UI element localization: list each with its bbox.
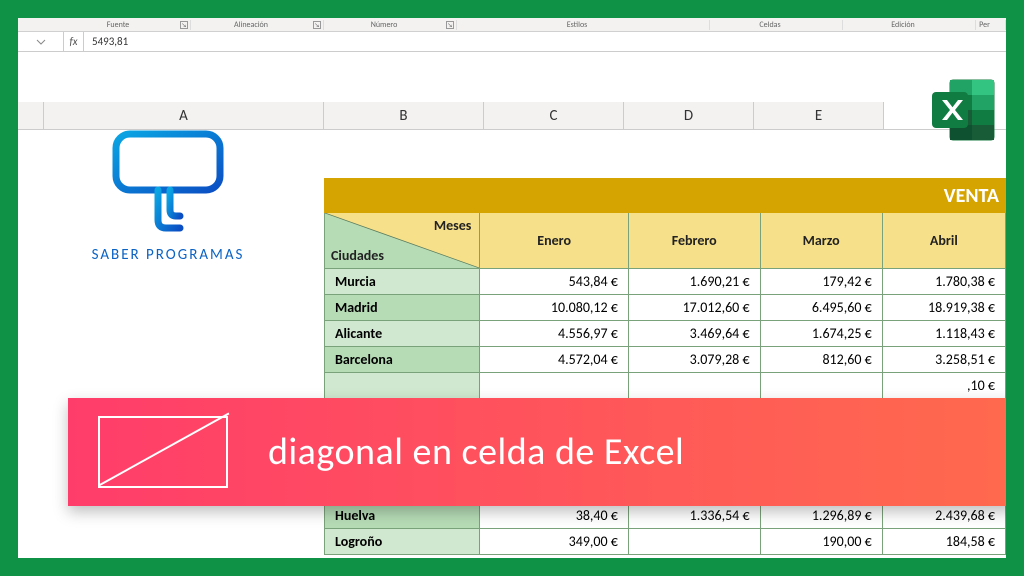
value-cell[interactable]: 543,84 € xyxy=(480,269,628,295)
ribbon-group-bar: Fuente↘ Alineación↘ Número↘ Estilos Celd… xyxy=(18,18,1006,32)
excel-app-icon xyxy=(928,74,1000,146)
diagonal-header-cell[interactable]: Meses Ciudades xyxy=(325,213,480,269)
chevron-down-icon xyxy=(36,37,46,47)
ribbon-group-numero[interactable]: Número↘ xyxy=(324,20,457,30)
column-header-c[interactable]: C xyxy=(484,102,624,129)
value-cell[interactable]: 18.919,38 € xyxy=(882,295,1005,321)
diagonal-icon xyxy=(98,416,228,488)
value-cell[interactable]: 184,58 € xyxy=(882,529,1005,555)
column-header-d[interactable]: D xyxy=(624,102,754,129)
value-cell[interactable]: 3.258,51 € xyxy=(882,347,1005,373)
formula-bar: fx 5493,81 xyxy=(18,32,1006,52)
value-cell[interactable]: 1.690,21 € xyxy=(628,269,760,295)
logo-text: SABER PROGRAMAS xyxy=(58,246,278,264)
value-cell[interactable]: 38,40 € xyxy=(480,503,628,529)
table-row: Barcelona4.572,04 €3.079,28 €812,60 €3.2… xyxy=(325,347,1006,373)
value-cell[interactable]: 1.780,38 € xyxy=(882,269,1005,295)
value-cell[interactable]: 1.118,43 € xyxy=(882,321,1005,347)
value-cell[interactable]: ,10 € xyxy=(882,373,1005,399)
value-cell[interactable] xyxy=(760,373,882,399)
month-header[interactable]: Abril xyxy=(882,213,1005,269)
city-cell[interactable]: Murcia xyxy=(325,269,480,295)
column-headers: A B C D E xyxy=(18,102,1006,130)
value-cell[interactable] xyxy=(628,529,760,555)
ribbon-group-edicion[interactable]: Edición xyxy=(843,20,976,30)
select-all-corner[interactable] xyxy=(18,102,44,129)
city-cell[interactable]: Logroño xyxy=(325,529,480,555)
month-header[interactable]: Febrero xyxy=(628,213,760,269)
city-cell[interactable]: Alicante xyxy=(325,321,480,347)
value-cell[interactable]: 2.439,68 € xyxy=(882,503,1005,529)
value-cell[interactable]: 1.336,54 € xyxy=(628,503,760,529)
value-cell[interactable]: 349,00 € xyxy=(480,529,628,555)
column-header-a[interactable]: A xyxy=(44,102,324,129)
value-cell[interactable]: 190,00 € xyxy=(760,529,882,555)
value-cell[interactable] xyxy=(628,373,760,399)
table-row: ,10 € xyxy=(325,373,1006,399)
name-box[interactable] xyxy=(18,32,64,51)
value-cell[interactable]: 4.572,04 € xyxy=(480,347,628,373)
table-row: Huelva38,40 €1.336,54 €1.296,89 €2.439,6… xyxy=(325,503,1006,529)
logo-icon xyxy=(98,128,238,238)
month-header[interactable]: Enero xyxy=(480,213,628,269)
value-cell[interactable]: 4.556,97 € xyxy=(480,321,628,347)
city-cell[interactable]: Madrid xyxy=(325,295,480,321)
value-cell[interactable]: 10.080,12 € xyxy=(480,295,628,321)
value-cell[interactable]: 3.469,64 € xyxy=(628,321,760,347)
banner-text: diagonal en celda de Excel xyxy=(268,429,684,475)
expand-icon[interactable]: ↘ xyxy=(446,21,454,29)
video-title-banner: diagonal en celda de Excel xyxy=(68,398,1006,506)
value-cell[interactable]: 179,42 € xyxy=(760,269,882,295)
ribbon-group-fuente[interactable]: Fuente↘ xyxy=(58,20,191,30)
table-row: Murcia543,84 €1.690,21 €179,42 €1.780,38… xyxy=(325,269,1006,295)
table-row: Logroño349,00 € 190,00 €184,58 € xyxy=(325,529,1006,555)
column-header-e[interactable]: E xyxy=(754,102,884,129)
saber-programas-logo: SABER PROGRAMAS xyxy=(58,128,278,264)
ribbon-group-estilos[interactable]: Estilos xyxy=(457,20,710,30)
value-cell[interactable] xyxy=(480,373,628,399)
value-cell[interactable]: 1.296,89 € xyxy=(760,503,882,529)
expand-icon[interactable]: ↘ xyxy=(180,21,188,29)
formula-value[interactable]: 5493,81 xyxy=(84,35,1006,48)
value-cell[interactable]: 812,60 € xyxy=(760,347,882,373)
table-title: VENTA xyxy=(325,179,1006,213)
city-cell[interactable]: Barcelona xyxy=(325,347,480,373)
value-cell[interactable]: 3.079,28 € xyxy=(628,347,760,373)
ribbon-group-per[interactable]: Per xyxy=(976,20,1006,30)
table-row: Madrid10.080,12 €17.012,60 €6.495,60 €18… xyxy=(325,295,1006,321)
ribbon-group-celdas[interactable]: Celdas xyxy=(710,20,843,30)
column-header-b[interactable]: B xyxy=(324,102,484,129)
month-header[interactable]: Marzo xyxy=(760,213,882,269)
city-cell[interactable]: Huelva xyxy=(325,503,480,529)
table-row: Alicante4.556,97 €3.469,64 €1.674,25 €1.… xyxy=(325,321,1006,347)
value-cell[interactable]: 1.674,25 € xyxy=(760,321,882,347)
diagonal-bottom-label: Ciudades xyxy=(331,247,384,264)
value-cell[interactable]: 17.012,60 € xyxy=(628,295,760,321)
ribbon-group-alineacion[interactable]: Alineación↘ xyxy=(191,20,324,30)
city-cell[interactable] xyxy=(325,373,480,399)
diagonal-top-label: Meses xyxy=(434,217,472,234)
fx-button[interactable]: fx xyxy=(64,32,84,51)
expand-icon[interactable]: ↘ xyxy=(313,21,321,29)
value-cell[interactable]: 6.495,60 € xyxy=(760,295,882,321)
